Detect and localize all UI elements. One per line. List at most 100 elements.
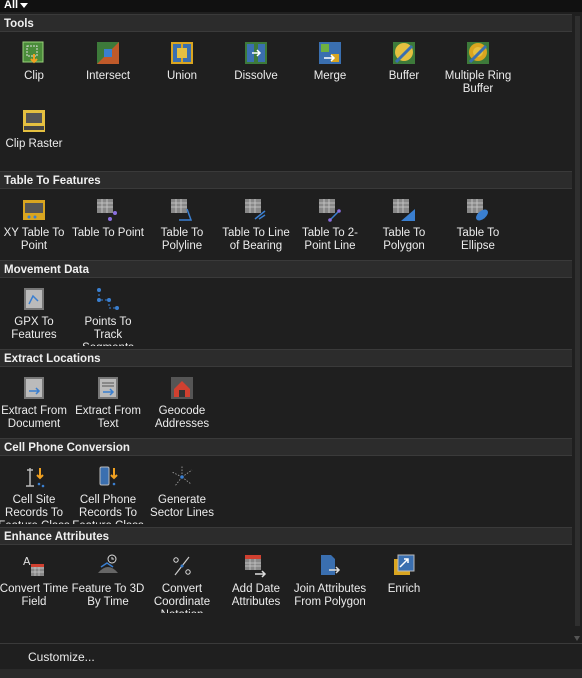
tool-label: Union [166,70,198,82]
tool-label: Enrich [387,583,421,595]
tool-clip[interactable]: Clip [0,40,71,83]
points-to-track-icon [97,288,119,310]
tool-label: Table To Point [71,227,145,239]
tool-label: Join Attributes From Polygon [293,583,367,608]
tool-label: Table To Line of Bearing [222,227,290,252]
section-table-to-features: Table To Features XY Table To Point Tabl… [0,171,572,260]
section-header: Extract Locations [0,349,572,367]
join-attributes-icon [321,555,341,575]
generate-sector-lines-icon [171,466,193,487]
filter-dropdown[interactable]: All [4,0,29,11]
tool-table-to-line-of-bearing[interactable]: Table To Line of Bearing [219,197,293,253]
tool-clip-raster[interactable]: Clip Raster [0,108,71,151]
tool-table-to-2-point-line[interactable]: Table To 2-Point Line [293,197,367,253]
tool-label: Intersect [85,70,131,82]
tool-points-to-track[interactable]: Points To Track Segments [71,286,145,346]
tool-convert-time-field[interactable]: A Convert Time Field [0,553,71,609]
tool-table-to-point[interactable]: Table To Point [71,197,145,240]
chevron-down-icon [20,3,29,8]
tool-label: Table To 2-Point Line [301,227,359,252]
section-header: Movement Data [0,260,572,278]
tool-cell-phone-records[interactable]: Cell Phone Records To Feature Class [71,464,145,524]
tool-label: Cell Site Records To Feature Class [0,494,70,524]
section-enhance-attributes: Enhance Attributes A Convert Time Field … [0,527,572,635]
scrollbar-thumb[interactable] [575,16,580,626]
feature-to-3d-by-time-icon [98,554,118,573]
tool-table-to-polyline[interactable]: Table To Polyline [145,197,219,253]
multiple-ring-buffer-icon [467,42,489,64]
tool-label: Merge [313,70,347,82]
tool-enrich[interactable]: Enrich [367,553,441,596]
section-extract-locations: Extract Locations Extract From Document … [0,349,572,438]
tool-label: Multiple Ring Buffer [444,70,512,95]
tool-label: Table To Polyline [160,227,204,252]
tool-dissolve[interactable]: Dissolve [219,40,293,83]
xy-table-to-point-icon [23,200,45,220]
svg-text:A: A [23,555,31,568]
tool-merge[interactable]: Merge [293,40,367,83]
add-date-attributes-icon [245,555,267,578]
tool-add-date-attributes[interactable]: Add Date Attributes [219,553,293,609]
gpx-to-features-icon [24,288,44,310]
extract-from-text-icon [98,377,118,399]
tool-feature-to-3d-by-time[interactable]: Feature To 3D By Time [71,553,145,609]
tool-table-to-ellipse[interactable]: Table To Ellipse [441,197,515,253]
filter-label: All [4,0,19,11]
section-header: Table To Features [0,171,572,189]
top-bar: All [0,0,582,12]
tool-cell-site-records[interactable]: Cell Site Records To Feature Class [0,464,71,524]
extract-from-document-icon [24,377,44,399]
tool-label: Convert Time Field [0,583,69,608]
tool-table-to-polygon[interactable]: Table To Polygon [367,197,441,253]
tool-geocode-addresses[interactable]: Geocode Addresses [145,375,219,431]
tool-label: Convert Coordinate Notation [153,583,211,613]
section-header: Enhance Attributes [0,527,572,545]
dissolve-icon [245,42,267,64]
cell-phone-records-icon [99,466,118,486]
scroll-down-arrow-icon[interactable] [574,636,580,641]
section-header: Cell Phone Conversion [0,438,572,456]
tool-label: Cell Phone Records To Feature Class [72,494,144,524]
tool-label: XY Table To Point [3,227,65,252]
tool-label: Feature To 3D By Time [71,583,145,608]
tool-label: Extract From Text [75,405,141,430]
section-tools: Tools Clip Intersect Union Dissolve Merg… [0,14,572,172]
tool-label: Buffer [388,70,420,82]
enrich-icon [394,554,415,575]
tool-xy-table-to-point[interactable]: XY Table To Point [0,197,71,253]
tool-union[interactable]: Union [145,40,219,83]
section-header: Tools [0,14,572,32]
union-icon [171,42,193,64]
table-to-ellipse-icon [467,199,488,221]
customize-button[interactable]: Customize... [28,650,95,664]
table-to-line-of-bearing-icon [245,199,266,220]
merge-icon [319,42,341,64]
section-movement-data: Movement Data GPX To Features Points To … [0,260,572,349]
tool-label: Clip [24,70,44,82]
tool-extract-from-text[interactable]: Extract From Text [71,375,145,431]
tool-label: Generate Sector Lines [150,494,214,519]
convert-coordinate-notation-icon [173,556,191,576]
tool-label: GPX To Features [11,316,57,341]
tool-join-attributes[interactable]: Join Attributes From Polygon [293,553,367,609]
tool-multiple-ring-buffer[interactable]: Multiple Ring Buffer [441,40,515,96]
section-cell-phone-conversion: Cell Phone Conversion Cell Site Records … [0,438,572,527]
vertical-scrollbar[interactable] [573,12,582,644]
tool-label: Geocode Addresses [154,405,210,430]
tool-convert-coordinate-notation[interactable]: Convert Coordinate Notation [145,553,219,613]
tool-gpx-to-features[interactable]: GPX To Features [0,286,71,342]
tool-label: Table To Polygon [382,227,426,252]
tool-label: Add Date Attributes [231,583,281,608]
tool-label: Clip Raster [5,138,63,150]
table-to-polyline-icon [171,199,193,221]
tool-label: Dissolve [234,70,278,82]
table-to-point-icon [97,199,117,221]
tool-extract-from-document[interactable]: Extract From Document [0,375,71,431]
gallery-footer: Customize... [0,643,582,670]
tool-intersect[interactable]: Intersect [71,40,145,83]
tool-generate-sector-lines[interactable]: Generate Sector Lines [145,464,219,520]
tool-label: Points To Track Segments [82,316,134,346]
table-to-polygon-icon [393,199,415,221]
clip-raster-icon [23,110,45,132]
tool-buffer[interactable]: Buffer [367,40,441,83]
